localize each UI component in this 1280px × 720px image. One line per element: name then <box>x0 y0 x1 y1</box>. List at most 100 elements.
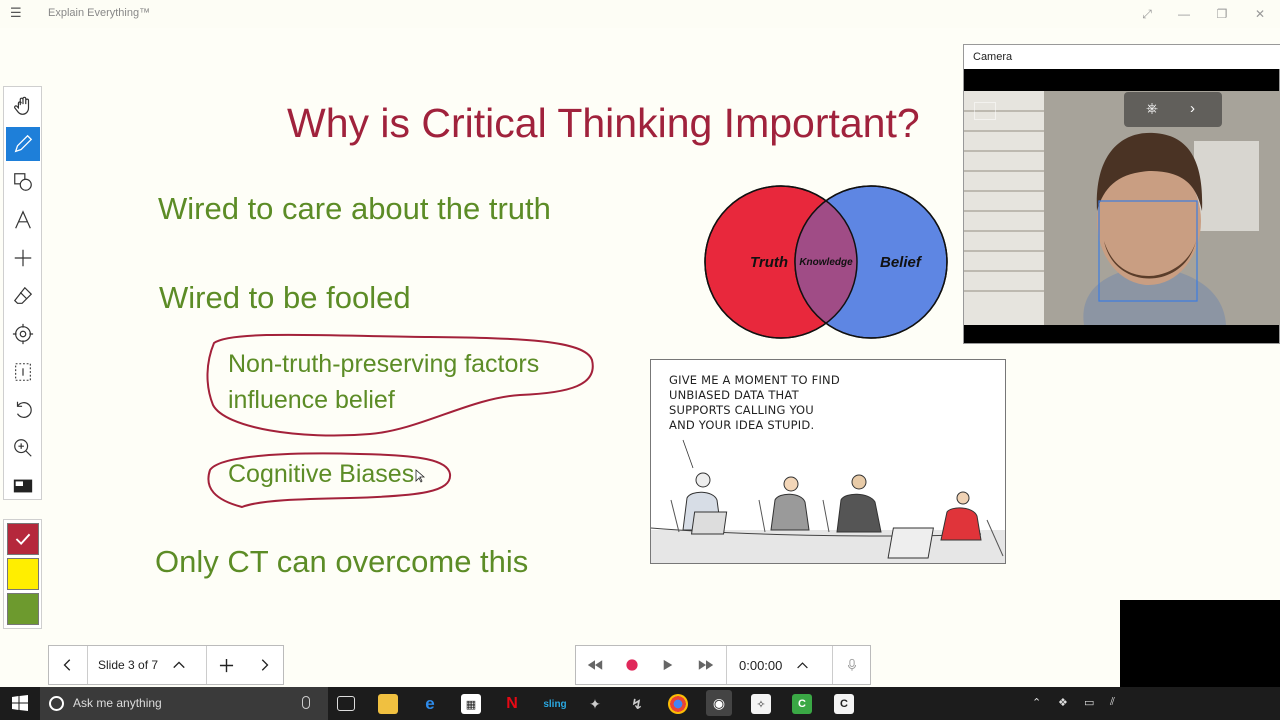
sub-bullet-1: Non-truth-preserving factors influence b… <box>228 350 540 414</box>
camtasia-icon[interactable]: C <box>792 694 812 714</box>
camera-app-icon[interactable]: ◉ <box>706 690 732 716</box>
chevron-up-icon <box>797 661 809 668</box>
undo-icon <box>16 401 32 418</box>
zoom-tool[interactable] <box>6 431 40 465</box>
shapes-icon <box>14 173 32 191</box>
color-swatch-red[interactable] <box>7 523 39 555</box>
play-icon <box>663 659 673 671</box>
cartoon-image: GIVE ME A MOMENT TO FIND UNBIASED DATA T… <box>650 359 1006 564</box>
cortana-search[interactable]: Ask me anything <box>40 687 328 720</box>
select-icon <box>15 363 31 381</box>
undo-tool[interactable] <box>6 393 40 427</box>
bullet-3: Only CT can overcome this <box>155 544 529 579</box>
cortana-icon <box>49 696 64 711</box>
rewind-icon <box>587 660 603 670</box>
color-palette <box>3 519 42 629</box>
mouse-cursor-icon <box>415 469 426 483</box>
store-icon[interactable]: ▦ <box>461 694 481 714</box>
eraser-icon <box>13 286 33 304</box>
windows-taskbar: Ask me anything e ▦ N sling ✦ ↯ ◉ ✧ C C … <box>0 687 1280 720</box>
recording-time: 0:00:00 <box>739 657 783 673</box>
camera-feed <box>964 91 1280 325</box>
switch-camera-icon[interactable]: ⎈ <box>1146 100 1158 117</box>
chevron-right-icon[interactable]: › <box>1190 100 1195 117</box>
bullet-1: Wired to care about the truth <box>158 191 551 226</box>
rewind-button[interactable] <box>576 646 614 684</box>
add-tool[interactable] <box>6 241 40 275</box>
microphone-icon[interactable] <box>302 696 310 709</box>
show-hidden-icons[interactable]: ⌃ <box>1032 696 1041 709</box>
chevron-up-icon <box>173 661 185 669</box>
chevron-right-icon <box>261 659 269 671</box>
venn-diagram: Truth Knowledge Belief <box>704 185 948 339</box>
app-icon-2[interactable]: ✧ <box>751 694 771 714</box>
venn-truth-label: Truth <box>750 254 788 271</box>
slide-navigator: Slide 3 of 7 <box>48 645 284 685</box>
venn-knowledge-label: Knowledge <box>799 257 853 268</box>
microphone-icon <box>847 658 857 671</box>
fast-forward-button[interactable] <box>686 646 726 684</box>
restore-icon[interactable]: ❐ <box>1210 4 1234 24</box>
color-swatch-green[interactable] <box>7 593 39 625</box>
add-slide-button[interactable] <box>207 646 245 684</box>
zoom-icon <box>14 439 32 457</box>
minimize-icon[interactable]: — <box>1172 4 1196 24</box>
camera-scene <box>964 91 1280 325</box>
close-icon[interactable]: ✕ <box>1248 4 1272 24</box>
gallery-icon[interactable] <box>974 102 996 120</box>
netflix-icon[interactable]: N <box>502 694 522 714</box>
select-tool[interactable] <box>6 355 40 389</box>
chrome-icon[interactable] <box>668 694 688 714</box>
hand-icon <box>14 96 30 115</box>
sub-bullet-2: Cognitive Biases <box>228 460 415 488</box>
app-title: Explain Everything™ <box>48 7 151 19</box>
checkmark-icon <box>15 533 31 546</box>
chevron-left-icon <box>63 659 71 671</box>
pen-tool[interactable] <box>6 127 40 161</box>
hand-tool[interactable] <box>6 89 40 123</box>
app-icon[interactable]: ↯ <box>627 694 647 714</box>
slide-title: Why is Critical Thinking Important? <box>287 100 920 146</box>
fast-forward-icon <box>698 660 714 670</box>
title-bar: ☰ Explain Everything™ ⤢ — ❐ ✕ <box>0 0 1280 28</box>
task-view-icon[interactable] <box>337 696 355 711</box>
play-button[interactable] <box>650 646 686 684</box>
dropbox-icon[interactable]: ❖ <box>1058 696 1068 709</box>
slide-indicator[interactable]: Slide 3 of 7 <box>88 646 206 684</box>
next-slide-button[interactable] <box>245 646 283 684</box>
edge-browser-icon[interactable]: e <box>420 694 440 714</box>
windows-start-icon[interactable] <box>12 695 28 711</box>
plus-icon <box>14 249 32 267</box>
camera-controls: ⎈ › <box>1124 92 1222 127</box>
camera-window[interactable]: Camera ⎈ › <box>963 44 1280 344</box>
timeline[interactable]: 0:00:00 <box>727 646 821 684</box>
background-icon <box>13 479 33 493</box>
previous-slide-button[interactable] <box>49 646 87 684</box>
text-icon <box>15 210 31 229</box>
video-overlay <box>1120 600 1280 687</box>
app-icon-3[interactable]: C <box>834 694 854 714</box>
slide-label: Slide 3 of 7 <box>98 658 159 672</box>
plus-icon <box>219 658 233 672</box>
venn-belief-label: Belief <box>880 254 923 271</box>
microphone-button[interactable] <box>833 646 871 684</box>
network-icon[interactable]: ⫽ <box>1110 696 1115 709</box>
color-swatch-yellow[interactable] <box>7 558 39 590</box>
recording-controls: 0:00:00 <box>575 645 871 685</box>
record-icon <box>626 659 638 671</box>
record-button[interactable] <box>614 646 650 684</box>
laser-pointer-tool[interactable] <box>6 317 40 351</box>
sling-icon[interactable]: sling <box>543 694 567 714</box>
camera-title: Camera <box>964 45 1280 69</box>
text-tool[interactable] <box>6 203 40 237</box>
crosshair-icon <box>12 323 34 345</box>
hamburger-menu-icon[interactable]: ☰ <box>10 5 28 23</box>
background-tool[interactable] <box>6 469 40 503</box>
shapes-tool[interactable] <box>6 165 40 199</box>
file-explorer-icon[interactable] <box>378 694 398 714</box>
movie-maker-icon[interactable]: ✦ <box>585 694 605 714</box>
eraser-tool[interactable] <box>6 279 40 313</box>
search-placeholder: Ask me anything <box>73 696 162 710</box>
fullscreen-icon[interactable]: ⤢ <box>1135 4 1159 24</box>
battery-icon[interactable]: ▭ <box>1084 696 1094 709</box>
